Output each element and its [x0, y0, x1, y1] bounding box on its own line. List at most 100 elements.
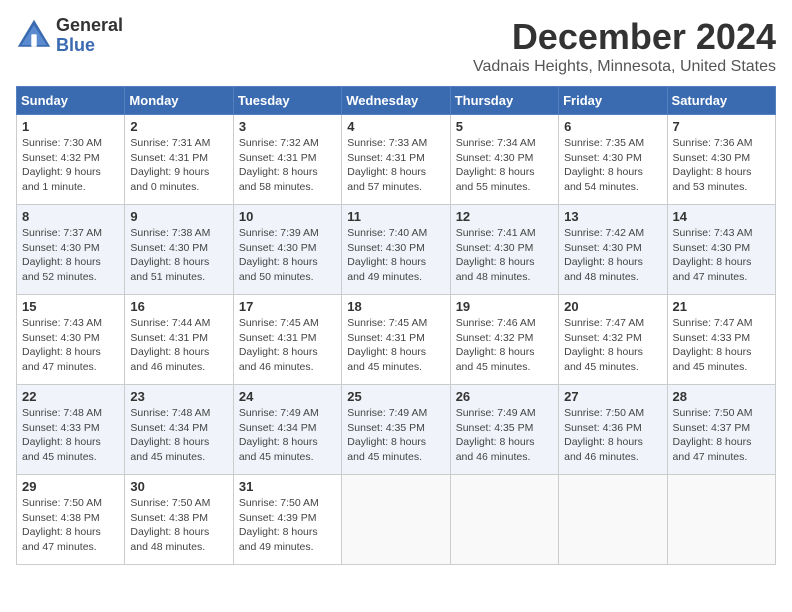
calendar-week-row: 15 Sunrise: 7:43 AM Sunset: 4:30 PM Dayli…: [17, 295, 776, 385]
day-info: Sunrise: 7:43 AM Sunset: 4:30 PM Dayligh…: [22, 316, 119, 375]
calendar-cell: 15 Sunrise: 7:43 AM Sunset: 4:30 PM Dayli…: [17, 295, 125, 385]
day-number: 17: [239, 299, 336, 314]
day-number: 28: [673, 389, 770, 404]
day-number: 12: [456, 209, 553, 224]
calendar-cell: 1 Sunrise: 7:30 AM Sunset: 4:32 PM Daylig…: [17, 115, 125, 205]
calendar-cell: [450, 475, 558, 565]
day-info: Sunrise: 7:48 AM Sunset: 4:34 PM Dayligh…: [130, 406, 227, 465]
calendar-cell: 3Sunrise: 7:32 AM Sunset: 4:31 PM Daylig…: [233, 115, 341, 205]
day-info: Sunrise: 7:34 AM Sunset: 4:30 PM Dayligh…: [456, 136, 553, 195]
calendar-cell: 22 Sunrise: 7:48 AM Sunset: 4:33 PM Dayli…: [17, 385, 125, 475]
day-number: 10: [239, 209, 336, 224]
day-info: Sunrise: 7:37 AM Sunset: 4:30 PM Dayligh…: [22, 226, 119, 285]
day-number: 22: [22, 389, 119, 404]
day-info: Sunrise: 7:30 AM Sunset: 4:32 PM Dayligh…: [22, 136, 119, 195]
calendar-cell: 11Sunrise: 7:40 AM Sunset: 4:30 PM Dayli…: [342, 205, 450, 295]
day-info: Sunrise: 7:46 AM Sunset: 4:32 PM Dayligh…: [456, 316, 553, 375]
calendar-header-friday: Friday: [559, 87, 667, 115]
day-number: 29: [22, 479, 119, 494]
day-info: Sunrise: 7:49 AM Sunset: 4:35 PM Dayligh…: [347, 406, 444, 465]
day-info: Sunrise: 7:50 AM Sunset: 4:37 PM Dayligh…: [673, 406, 770, 465]
calendar-week-row: 22 Sunrise: 7:48 AM Sunset: 4:33 PM Dayli…: [17, 385, 776, 475]
calendar-header-tuesday: Tuesday: [233, 87, 341, 115]
calendar-cell: 14Sunrise: 7:43 AM Sunset: 4:30 PM Dayli…: [667, 205, 775, 295]
calendar-cell: 27Sunrise: 7:50 AM Sunset: 4:36 PM Dayli…: [559, 385, 667, 475]
day-number: 14: [673, 209, 770, 224]
calendar-cell: 9 Sunrise: 7:38 AM Sunset: 4:30 PM Daylig…: [125, 205, 233, 295]
day-info: Sunrise: 7:45 AM Sunset: 4:31 PM Dayligh…: [347, 316, 444, 375]
calendar-cell: 4 Sunrise: 7:33 AM Sunset: 4:31 PM Daylig…: [342, 115, 450, 205]
calendar-cell: 28 Sunrise: 7:50 AM Sunset: 4:37 PM Dayli…: [667, 385, 775, 475]
day-info: Sunrise: 7:33 AM Sunset: 4:31 PM Dayligh…: [347, 136, 444, 195]
calendar-cell: 2Sunrise: 7:31 AM Sunset: 4:31 PM Daylig…: [125, 115, 233, 205]
day-info: Sunrise: 7:48 AM Sunset: 4:33 PM Dayligh…: [22, 406, 119, 465]
calendar-cell: 7Sunrise: 7:36 AM Sunset: 4:30 PM Daylig…: [667, 115, 775, 205]
logo-icon: [16, 18, 52, 54]
day-number: 27: [564, 389, 661, 404]
day-number: 5: [456, 119, 553, 134]
day-number: 24: [239, 389, 336, 404]
calendar-cell: 20Sunrise: 7:47 AM Sunset: 4:32 PM Dayli…: [559, 295, 667, 385]
day-number: 30: [130, 479, 227, 494]
day-number: 31: [239, 479, 336, 494]
day-number: 13: [564, 209, 661, 224]
day-info: Sunrise: 7:44 AM Sunset: 4:31 PM Dayligh…: [130, 316, 227, 375]
calendar-cell: 17 Sunrise: 7:45 AM Sunset: 4:31 PM Dayli…: [233, 295, 341, 385]
day-number: 23: [130, 389, 227, 404]
day-number: 4: [347, 119, 444, 134]
day-number: 9: [130, 209, 227, 224]
calendar-cell: 29 Sunrise: 7:50 AM Sunset: 4:38 PM Dayli…: [17, 475, 125, 565]
calendar-cell: 26 Sunrise: 7:49 AM Sunset: 4:35 PM Dayli…: [450, 385, 558, 475]
page-header: General Blue December 2024 Vadnais Heigh…: [16, 16, 776, 76]
day-number: 20: [564, 299, 661, 314]
calendar-cell: [667, 475, 775, 565]
day-info: Sunrise: 7:49 AM Sunset: 4:35 PM Dayligh…: [456, 406, 553, 465]
day-info: Sunrise: 7:35 AM Sunset: 4:30 PM Dayligh…: [564, 136, 661, 195]
day-info: Sunrise: 7:50 AM Sunset: 4:38 PM Dayligh…: [130, 496, 227, 555]
day-number: 2: [130, 119, 227, 134]
calendar-cell: 5 Sunrise: 7:34 AM Sunset: 4:30 PM Daylig…: [450, 115, 558, 205]
logo-text: General Blue: [56, 16, 123, 56]
calendar-cell: 25 Sunrise: 7:49 AM Sunset: 4:35 PM Dayli…: [342, 385, 450, 475]
day-info: Sunrise: 7:41 AM Sunset: 4:30 PM Dayligh…: [456, 226, 553, 285]
day-info: Sunrise: 7:50 AM Sunset: 4:38 PM Dayligh…: [22, 496, 119, 555]
calendar-cell: 23 Sunrise: 7:48 AM Sunset: 4:34 PM Dayli…: [125, 385, 233, 475]
day-info: Sunrise: 7:39 AM Sunset: 4:30 PM Dayligh…: [239, 226, 336, 285]
day-info: Sunrise: 7:47 AM Sunset: 4:33 PM Dayligh…: [673, 316, 770, 375]
calendar-header-wednesday: Wednesday: [342, 87, 450, 115]
main-title: December 2024: [473, 16, 776, 58]
day-number: 15: [22, 299, 119, 314]
title-block: December 2024 Vadnais Heights, Minnesota…: [473, 16, 776, 76]
logo-line2: Blue: [56, 36, 123, 56]
calendar-table: SundayMondayTuesdayWednesdayThursdayFrid…: [16, 86, 776, 565]
day-info: Sunrise: 7:42 AM Sunset: 4:30 PM Dayligh…: [564, 226, 661, 285]
logo: General Blue: [16, 16, 123, 56]
calendar-cell: 16 Sunrise: 7:44 AM Sunset: 4:31 PM Dayli…: [125, 295, 233, 385]
day-info: Sunrise: 7:40 AM Sunset: 4:30 PM Dayligh…: [347, 226, 444, 285]
day-number: 19: [456, 299, 553, 314]
calendar-header-monday: Monday: [125, 87, 233, 115]
calendar-cell: 10 Sunrise: 7:39 AM Sunset: 4:30 PM Dayli…: [233, 205, 341, 295]
logo-line1: General: [56, 16, 123, 36]
calendar-header-row: SundayMondayTuesdayWednesdayThursdayFrid…: [17, 87, 776, 115]
calendar-week-row: 1 Sunrise: 7:30 AM Sunset: 4:32 PM Daylig…: [17, 115, 776, 205]
day-info: Sunrise: 7:45 AM Sunset: 4:31 PM Dayligh…: [239, 316, 336, 375]
day-info: Sunrise: 7:36 AM Sunset: 4:30 PM Dayligh…: [673, 136, 770, 195]
calendar-cell: 13 Sunrise: 7:42 AM Sunset: 4:30 PM Dayli…: [559, 205, 667, 295]
calendar-cell: 19 Sunrise: 7:46 AM Sunset: 4:32 PM Dayli…: [450, 295, 558, 385]
day-number: 25: [347, 389, 444, 404]
calendar-cell: 24Sunrise: 7:49 AM Sunset: 4:34 PM Dayli…: [233, 385, 341, 475]
calendar-header-thursday: Thursday: [450, 87, 558, 115]
calendar-cell: [559, 475, 667, 565]
day-info: Sunrise: 7:50 AM Sunset: 4:39 PM Dayligh…: [239, 496, 336, 555]
day-number: 1: [22, 119, 119, 134]
calendar-cell: 21Sunrise: 7:47 AM Sunset: 4:33 PM Dayli…: [667, 295, 775, 385]
calendar-cell: [342, 475, 450, 565]
calendar-week-row: 8Sunrise: 7:37 AM Sunset: 4:30 PM Daylig…: [17, 205, 776, 295]
day-number: 26: [456, 389, 553, 404]
day-number: 16: [130, 299, 227, 314]
day-number: 6: [564, 119, 661, 134]
day-number: 18: [347, 299, 444, 314]
day-info: Sunrise: 7:38 AM Sunset: 4:30 PM Dayligh…: [130, 226, 227, 285]
calendar-header-saturday: Saturday: [667, 87, 775, 115]
